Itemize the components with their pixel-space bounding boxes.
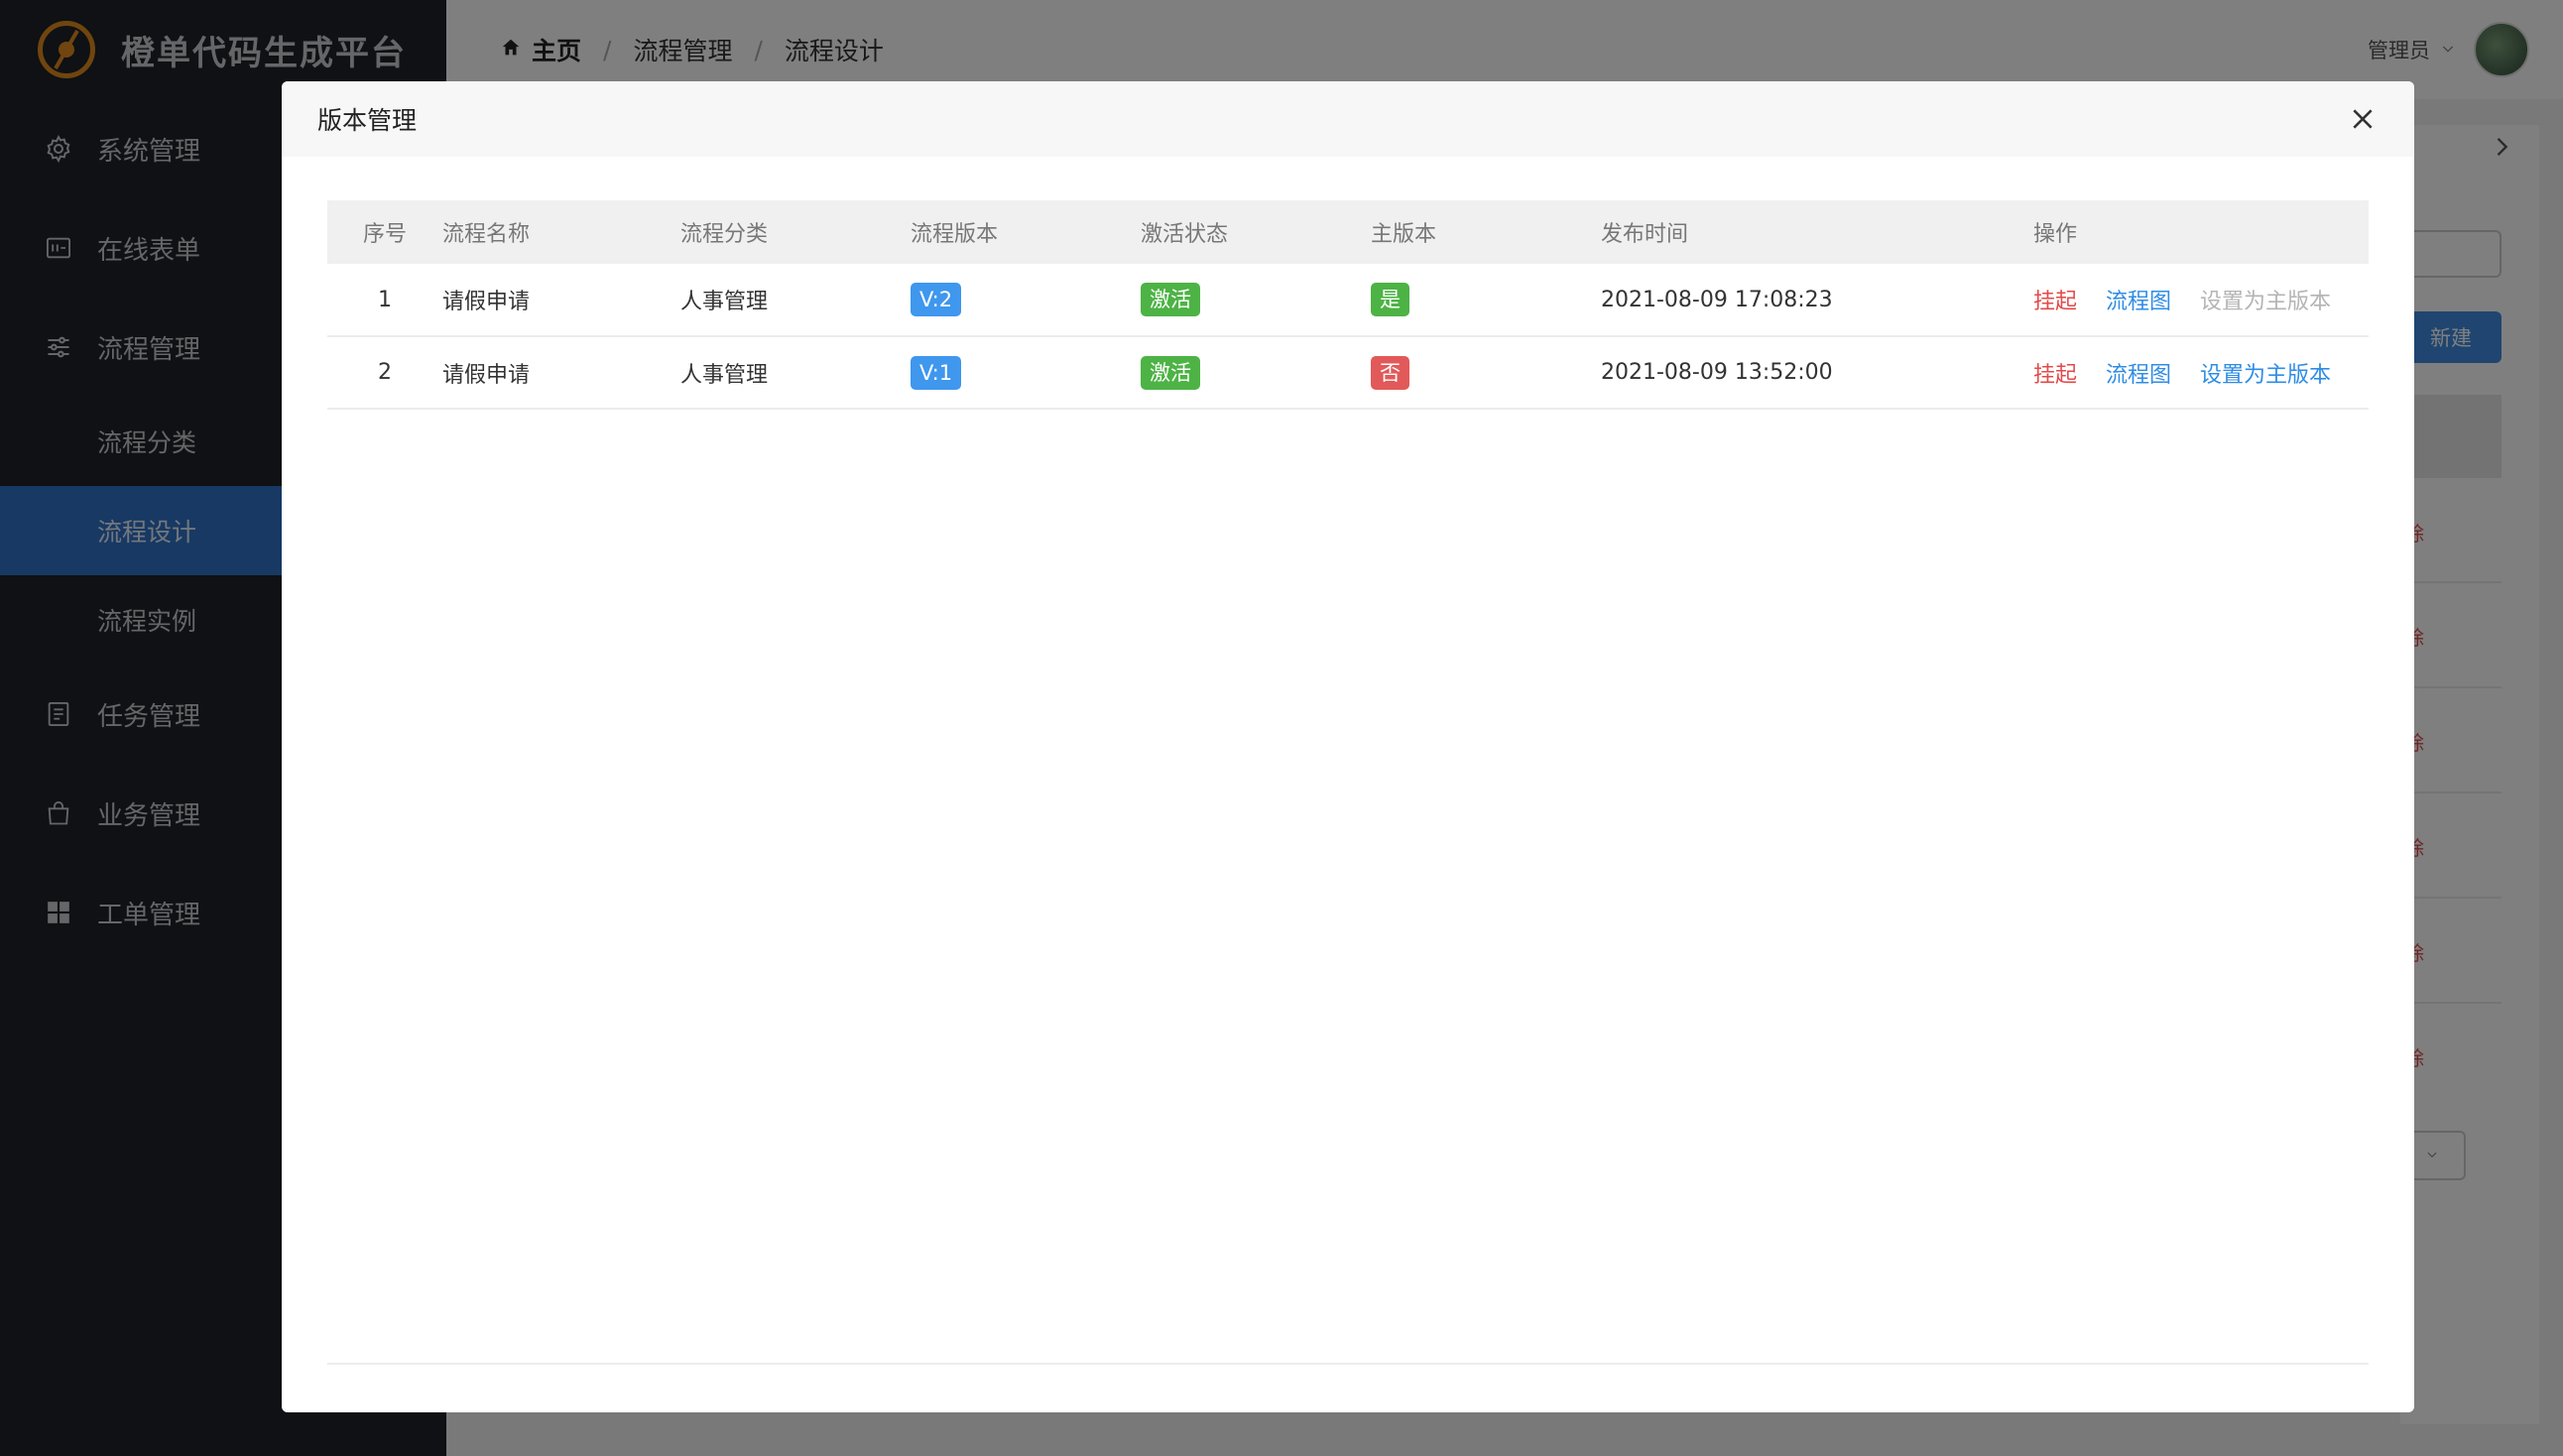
close-icon[interactable] (2345, 101, 2380, 137)
cell-category: 人事管理 (680, 290, 769, 314)
status-badge: 激活 (1141, 355, 1200, 390)
suspend-link[interactable]: 挂起 (2033, 290, 2077, 314)
suspend-link[interactable]: 挂起 (2033, 363, 2077, 388)
dialog-title: 版本管理 (317, 106, 418, 135)
version-tag: V:1 (911, 355, 962, 390)
column-header: 流程分类 (680, 222, 769, 247)
column-header: 发布时间 (1601, 222, 1689, 247)
version-tag: V:2 (911, 283, 962, 316)
version-management-dialog: 版本管理 序号 流程名称 流程分类 流程版本 激活状态 主版本 发布时间 操作 (282, 81, 2414, 1412)
column-header: 主版本 (1371, 222, 1437, 247)
cell-process-name: 请假申请 (442, 362, 531, 388)
flowchart-link[interactable]: 流程图 (2106, 363, 2171, 388)
cell-index: 2 (378, 360, 392, 385)
set-main-version-link: 设置为主版本 (2200, 290, 2332, 314)
set-main-version-link[interactable]: 设置为主版本 (2200, 363, 2331, 388)
column-header: 操作 (2033, 222, 2078, 247)
dialog-footer-divider (327, 1363, 2369, 1365)
main-version-badge: 是 (1371, 283, 1409, 316)
status-badge: 激活 (1141, 283, 1200, 316)
column-header: 流程名称 (442, 222, 531, 247)
cell-process-name: 请假申请 (442, 290, 531, 314)
cell-publish-time: 2021-08-09 17:08:23 (1601, 287, 1833, 312)
table-row: 2 请假申请 人事管理 V:1 激活 否 2021-08-09 13:52:00… (327, 336, 2369, 409)
version-table: 序号 流程名称 流程分类 流程版本 激活状态 主版本 发布时间 操作 1 请假申… (327, 200, 2369, 410)
dialog-header: 版本管理 (282, 81, 2414, 157)
table-header-row: 序号 流程名称 流程分类 流程版本 激活状态 主版本 发布时间 操作 (327, 200, 2369, 264)
column-header: 流程版本 (911, 222, 999, 247)
cell-index: 1 (378, 287, 392, 312)
flowchart-link[interactable]: 流程图 (2106, 290, 2171, 314)
column-header: 序号 (362, 222, 407, 247)
column-header: 激活状态 (1141, 222, 1229, 247)
cell-category: 人事管理 (680, 362, 769, 388)
table-row: 1 请假申请 人事管理 V:2 激活 是 2021-08-09 17:08:23… (327, 264, 2369, 336)
cell-publish-time: 2021-08-09 13:52:00 (1601, 360, 1833, 385)
main-version-badge: 否 (1371, 355, 1409, 390)
